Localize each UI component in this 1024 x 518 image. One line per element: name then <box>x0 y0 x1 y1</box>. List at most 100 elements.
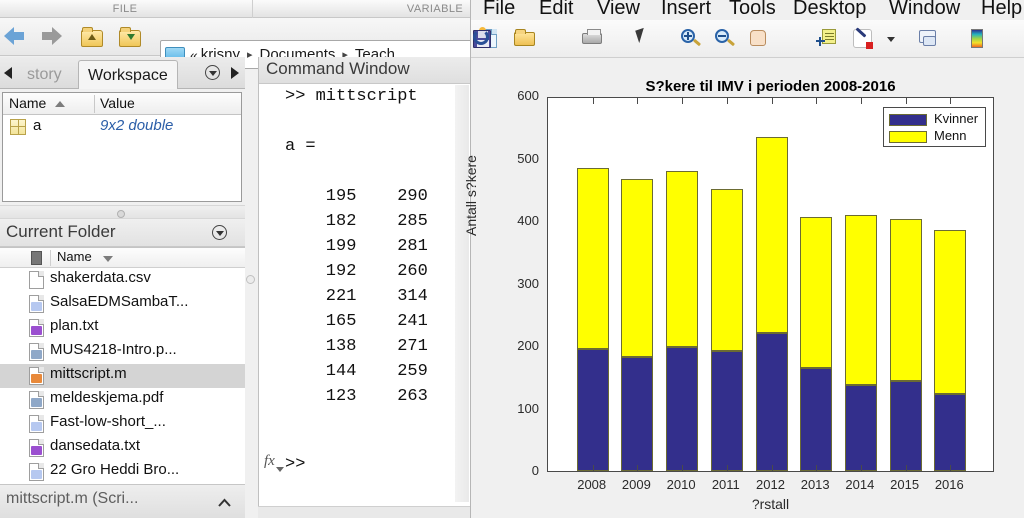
file-name: 22 Gro Heddi Bro... <box>50 461 180 478</box>
x-tick-mark <box>771 465 773 471</box>
x-tick-mark-top <box>592 98 594 104</box>
bar-segment-kvinner[interactable] <box>889 381 922 471</box>
y-tick-label: 0 <box>531 463 539 478</box>
rotate-3d-icon[interactable] <box>471 27 495 51</box>
function-browser-icon[interactable]: fx <box>264 453 284 472</box>
command-window-handle[interactable] <box>246 275 255 284</box>
list-item[interactable]: 22 Gro Heddi Bro... <box>0 460 245 484</box>
table-row[interactable]: a 9x2 double <box>3 115 241 139</box>
menu-window[interactable]: Window <box>889 0 960 20</box>
back-arrow-icon[interactable] <box>4 27 26 45</box>
link-plot-icon[interactable] <box>917 27 941 51</box>
menu-tools[interactable]: Tools <box>729 0 776 20</box>
bar-segment-kvinner[interactable] <box>934 394 967 471</box>
chevron-up-icon[interactable] <box>218 497 231 510</box>
chart-legend[interactable]: Kvinner Menn <box>883 107 986 147</box>
command-prompt[interactable]: >> <box>285 455 305 474</box>
file-name: SalsaEDMSambaT... <box>50 293 189 310</box>
bar-segment-menn[interactable] <box>710 188 743 351</box>
file-icon <box>29 391 44 409</box>
ribbon-section-variable: VARIABLE <box>406 3 464 15</box>
bar-segment-kvinner[interactable] <box>666 346 699 471</box>
open-file-icon[interactable] <box>513 27 537 51</box>
menu-insert[interactable]: Insert <box>661 0 711 20</box>
file-icon <box>29 319 44 337</box>
x-tick-label: 2014 <box>845 477 875 492</box>
y-tick-label: 100 <box>517 400 539 416</box>
command-window[interactable]: Command Window >> mittscript a = 195 290… <box>258 57 470 518</box>
menu-edit[interactable]: Edit <box>539 0 573 20</box>
brush-data-icon[interactable] <box>851 27 875 51</box>
column-header-name[interactable]: Name <box>9 95 46 111</box>
legend-item-menn[interactable]: Menn <box>884 128 985 145</box>
bar-segment-kvinner[interactable] <box>576 349 609 471</box>
x-tick-mark-top <box>950 98 952 104</box>
list-item[interactable]: dansedata.txt <box>0 436 245 460</box>
bar-segment-menn[interactable] <box>755 136 788 333</box>
splitter-grip-icon[interactable] <box>117 210 125 218</box>
print-figure-icon[interactable] <box>581 27 605 51</box>
tab-scroll-right-icon[interactable] <box>227 63 241 83</box>
bar-segment-menn[interactable] <box>576 167 609 350</box>
y-tick-label: 300 <box>517 275 539 291</box>
bar-segment-menn[interactable] <box>934 229 967 395</box>
bar-segment-menn[interactable] <box>844 215 877 385</box>
menu-view[interactable]: View <box>597 0 640 20</box>
column-header-name[interactable]: Name <box>57 249 92 264</box>
zoom-out-icon[interactable] <box>713 27 737 51</box>
sort-ascending-icon <box>55 101 65 107</box>
column-header-value[interactable]: Value <box>100 95 135 111</box>
bar-segment-menn[interactable] <box>800 217 833 368</box>
list-item[interactable]: mittscript.m <box>0 364 245 388</box>
list-item[interactable]: shakerdata.csv <box>0 268 245 292</box>
tab-scroll-left-icon[interactable] <box>2 63 16 83</box>
menu-file[interactable]: File <box>483 0 515 20</box>
chart-y-axis-label: Antall s?kere <box>463 155 479 236</box>
bar-segment-kvinner[interactable] <box>621 357 654 471</box>
current-folder-options-icon[interactable] <box>212 225 227 240</box>
bar-segment-kvinner[interactable] <box>800 367 833 471</box>
list-item[interactable]: Fast-low-short_... <box>0 412 245 436</box>
bar-segment-kvinner[interactable] <box>755 332 788 471</box>
current-folder-list[interactable]: Name shakerdata.csv SalsaEDMSambaT... plan… <box>0 247 245 484</box>
forward-arrow-icon[interactable] <box>42 27 64 45</box>
panel-title: Current Folder <box>6 222 116 241</box>
file-name: shakerdata.csv <box>50 269 151 286</box>
tab-history[interactable]: story <box>18 60 71 89</box>
list-item[interactable]: MUS4218-Intro.p... <box>0 340 245 364</box>
panel-options-icon[interactable] <box>205 65 220 80</box>
x-tick-label: 2008 <box>577 477 607 492</box>
pointer-icon[interactable] <box>631 27 655 51</box>
x-tick-mark <box>682 465 684 471</box>
bar-segment-menn[interactable] <box>621 179 654 358</box>
bar-segment-kvinner[interactable] <box>844 384 877 471</box>
x-tick-mark-top <box>726 98 728 104</box>
colorbar-icon[interactable] <box>965 27 989 51</box>
workspace-table[interactable]: Name Value a 9x2 double <box>2 92 242 202</box>
command-window-scrollbar[interactable] <box>455 85 469 502</box>
chart-plot-area[interactable]: Kvinner Menn <box>547 97 994 472</box>
figure-window: File Edit View Insert Tools Desktop Wind… <box>463 0 1024 518</box>
pan-icon[interactable] <box>747 27 771 51</box>
ribbon-strip: FILE VARIABLE <box>0 0 470 18</box>
bar-segment-menn[interactable] <box>666 171 699 347</box>
list-item[interactable]: SalsaEDMSambaT... <box>0 292 245 316</box>
data-cursor-icon[interactable] <box>815 27 839 51</box>
file-name: meldeskjema.pdf <box>50 389 164 406</box>
zoom-in-icon[interactable] <box>679 27 703 51</box>
ribbon-section-file: FILE <box>112 3 138 15</box>
panel-splitter[interactable] <box>0 205 245 219</box>
menu-desktop[interactable]: Desktop <box>793 0 866 20</box>
legend-item-kvinner[interactable]: Kvinner <box>884 111 985 128</box>
chart-x-axis-label: ?rstall <box>751 496 790 512</box>
menu-help[interactable]: Help <box>981 0 1022 20</box>
browse-folder-icon[interactable] <box>118 26 142 50</box>
up-folder-icon[interactable] <box>80 26 104 50</box>
brush-dropdown-icon[interactable] <box>879 27 903 51</box>
sort-descending-icon <box>103 256 113 262</box>
list-item[interactable]: meldeskjema.pdf <box>0 388 245 412</box>
tab-workspace[interactable]: Workspace <box>78 60 178 89</box>
bar-segment-menn[interactable] <box>889 219 922 381</box>
list-item[interactable]: plan.txt <box>0 316 245 340</box>
bar-segment-kvinner[interactable] <box>710 351 743 471</box>
